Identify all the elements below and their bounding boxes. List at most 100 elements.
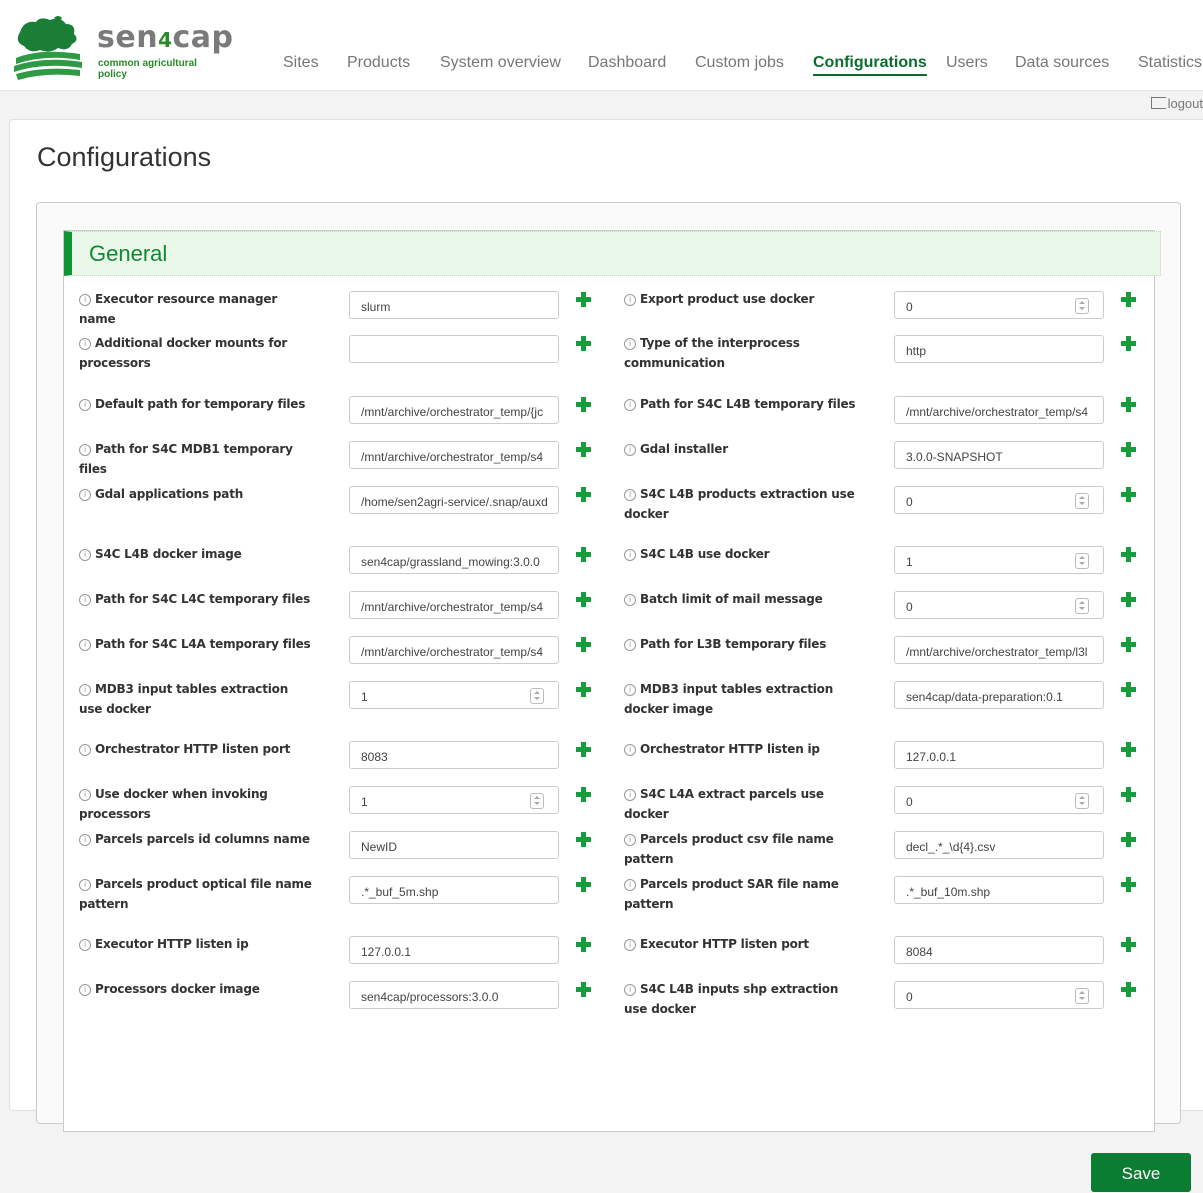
- path-for-l3b-temporary-files-input[interactable]: /mnt/archive/orchestrator_temp/l3l: [894, 636, 1104, 664]
- add-path-for-s4c-mdb1-temporary-files-icon[interactable]: [576, 442, 591, 457]
- add-batch-limit-of-mail-message-icon[interactable]: [1121, 592, 1136, 607]
- processors-docker-image-input[interactable]: sen4cap/processors:3.0.0: [349, 981, 559, 1009]
- executor-http-listen-port-input[interactable]: 8084: [894, 936, 1104, 964]
- add-export-product-use-docker-icon[interactable]: [1121, 292, 1136, 307]
- info-icon[interactable]: i: [79, 744, 91, 756]
- add-path-for-l3b-temporary-files-icon[interactable]: [1121, 637, 1136, 652]
- add-mdb3-input-tables-extraction-docker-image-icon[interactable]: [1121, 682, 1136, 697]
- info-icon[interactable]: i: [79, 984, 91, 996]
- path-for-s4c-l4a-temporary-files-input[interactable]: /mnt/archive/orchestrator_temp/s4: [349, 636, 559, 664]
- spinner-icon[interactable]: [530, 793, 544, 809]
- nav-system-overview[interactable]: System overview: [440, 54, 561, 72]
- info-icon[interactable]: i: [624, 984, 636, 996]
- add-s4c-l4b-products-extraction-use-docker-icon[interactable]: [1121, 487, 1136, 502]
- info-icon[interactable]: i: [624, 939, 636, 951]
- add-s4c-l4a-extract-parcels-use-docker-icon[interactable]: [1121, 787, 1136, 802]
- add-mdb3-input-tables-extraction-use-docker-icon[interactable]: [576, 682, 591, 697]
- executor-http-listen-ip-input[interactable]: 127.0.0.1: [349, 936, 559, 964]
- path-for-s4c-mdb1-temporary-files-input[interactable]: /mnt/archive/orchestrator_temp/s4: [349, 441, 559, 469]
- default-path-for-temporary-files-input[interactable]: /mnt/archive/orchestrator_temp/{jc: [349, 396, 559, 424]
- spinner-icon[interactable]: [1075, 298, 1089, 314]
- orchestrator-http-listen-port-input[interactable]: 8083: [349, 741, 559, 769]
- info-icon[interactable]: i: [624, 834, 636, 846]
- nav-configurations[interactable]: Configurations: [813, 54, 927, 76]
- sen4cap-logo[interactable]: sen4cap common agricultural policy: [10, 12, 233, 82]
- info-icon[interactable]: i: [624, 684, 636, 696]
- info-icon[interactable]: i: [79, 684, 91, 696]
- add-s4c-l4b-use-docker-icon[interactable]: [1121, 547, 1136, 562]
- type-of-the-interprocess-communication-input[interactable]: http: [894, 335, 1104, 363]
- add-path-for-s4c-l4b-temporary-files-icon[interactable]: [1121, 397, 1136, 412]
- additional-docker-mounts-for-processors-input[interactable]: [349, 335, 559, 363]
- save-button[interactable]: Save: [1091, 1153, 1191, 1192]
- s4c-l4b-inputs-shp-extraction-use-docker-number-input[interactable]: 0: [894, 981, 1104, 1009]
- info-icon[interactable]: i: [624, 444, 636, 456]
- info-icon[interactable]: i: [79, 639, 91, 651]
- info-icon[interactable]: i: [79, 789, 91, 801]
- nav-custom-jobs[interactable]: Custom jobs: [695, 54, 784, 72]
- nav-sites[interactable]: Sites: [283, 54, 319, 72]
- info-icon[interactable]: i: [79, 489, 91, 501]
- add-executor-http-listen-port-icon[interactable]: [1121, 937, 1136, 952]
- info-icon[interactable]: i: [79, 939, 91, 951]
- orchestrator-http-listen-ip-input[interactable]: 127.0.0.1: [894, 741, 1104, 769]
- spinner-icon[interactable]: [1075, 988, 1089, 1004]
- info-icon[interactable]: i: [79, 294, 91, 306]
- add-orchestrator-http-listen-port-icon[interactable]: [576, 742, 591, 757]
- info-icon[interactable]: i: [79, 879, 91, 891]
- info-icon[interactable]: i: [624, 789, 636, 801]
- add-path-for-s4c-l4a-temporary-files-icon[interactable]: [576, 637, 591, 652]
- info-icon[interactable]: i: [79, 594, 91, 606]
- parcels-parcels-id-columns-name-input[interactable]: NewID: [349, 831, 559, 859]
- info-icon[interactable]: i: [624, 399, 636, 411]
- info-icon[interactable]: i: [624, 489, 636, 501]
- mdb3-input-tables-extraction-use-docker-number-input[interactable]: 1: [349, 681, 559, 709]
- nav-products[interactable]: Products: [347, 54, 410, 72]
- info-icon[interactable]: i: [624, 594, 636, 606]
- gdal-installer-input[interactable]: 3.0.0-SNAPSHOT: [894, 441, 1104, 469]
- spinner-icon[interactable]: [1075, 493, 1089, 509]
- add-parcels-product-optical-file-name-pattern-icon[interactable]: [576, 877, 591, 892]
- add-parcels-product-sar-file-name-pattern-icon[interactable]: [1121, 877, 1136, 892]
- add-use-docker-when-invoking-processors-icon[interactable]: [576, 787, 591, 802]
- add-s4c-l4b-docker-image-icon[interactable]: [576, 547, 591, 562]
- add-gdal-installer-icon[interactable]: [1121, 442, 1136, 457]
- parcels-product-sar-file-name-pattern-input[interactable]: .*_buf_10m.shp: [894, 876, 1104, 904]
- path-for-s4c-l4c-temporary-files-input[interactable]: /mnt/archive/orchestrator_temp/s4: [349, 591, 559, 619]
- export-product-use-docker-number-input[interactable]: 0: [894, 291, 1104, 319]
- executor-resource-manager-name-input[interactable]: slurm: [349, 291, 559, 319]
- info-icon[interactable]: i: [79, 834, 91, 846]
- logout-link[interactable]: logout: [1150, 96, 1203, 111]
- parcels-product-optical-file-name-pattern-input[interactable]: .*_buf_5m.shp: [349, 876, 559, 904]
- use-docker-when-invoking-processors-number-input[interactable]: 1: [349, 786, 559, 814]
- add-processors-docker-image-icon[interactable]: [576, 982, 591, 997]
- section-header[interactable]: General: [64, 231, 1161, 276]
- add-parcels-parcels-id-columns-name-icon[interactable]: [576, 832, 591, 847]
- add-executor-resource-manager-name-icon[interactable]: [576, 292, 591, 307]
- s4c-l4b-use-docker-number-input[interactable]: 1: [894, 546, 1104, 574]
- info-icon[interactable]: i: [624, 294, 636, 306]
- info-icon[interactable]: i: [624, 338, 636, 350]
- spinner-icon[interactable]: [1075, 553, 1089, 569]
- mdb3-input-tables-extraction-docker-image-input[interactable]: sen4cap/data-preparation:0.1: [894, 681, 1104, 709]
- spinner-icon[interactable]: [1075, 598, 1089, 614]
- spinner-icon[interactable]: [530, 688, 544, 704]
- add-parcels-product-csv-file-name-pattern-icon[interactable]: [1121, 832, 1136, 847]
- add-executor-http-listen-ip-icon[interactable]: [576, 937, 591, 952]
- add-orchestrator-http-listen-ip-icon[interactable]: [1121, 742, 1136, 757]
- add-type-of-the-interprocess-communication-icon[interactable]: [1121, 336, 1136, 351]
- gdal-applications-path-input[interactable]: /home/sen2agri-service/.snap/auxd: [349, 486, 559, 514]
- batch-limit-of-mail-message-number-input[interactable]: 0: [894, 591, 1104, 619]
- s4c-l4a-extract-parcels-use-docker-number-input[interactable]: 0: [894, 786, 1104, 814]
- info-icon[interactable]: i: [79, 444, 91, 456]
- add-path-for-s4c-l4c-temporary-files-icon[interactable]: [576, 592, 591, 607]
- s4c-l4b-products-extraction-use-docker-number-input[interactable]: 0: [894, 486, 1104, 514]
- nav-statistics[interactable]: Statistics: [1138, 54, 1202, 72]
- info-icon[interactable]: i: [79, 338, 91, 350]
- add-gdal-applications-path-icon[interactable]: [576, 487, 591, 502]
- parcels-product-csv-file-name-pattern-input[interactable]: decl_.*_\d{4}.csv: [894, 831, 1104, 859]
- add-s4c-l4b-inputs-shp-extraction-use-docker-icon[interactable]: [1121, 982, 1136, 997]
- info-icon[interactable]: i: [624, 744, 636, 756]
- add-default-path-for-temporary-files-icon[interactable]: [576, 397, 591, 412]
- info-icon[interactable]: i: [624, 879, 636, 891]
